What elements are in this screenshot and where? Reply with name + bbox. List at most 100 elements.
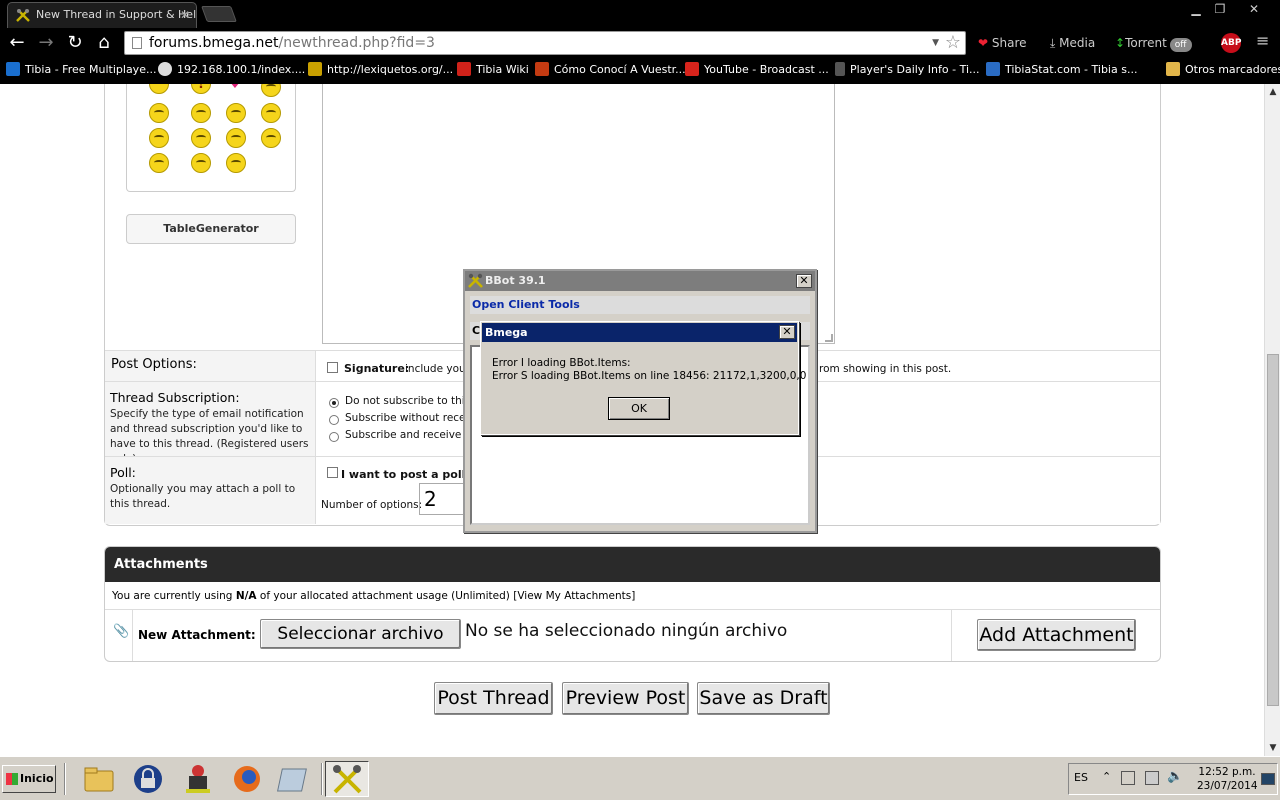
bookmark-himym[interactable]: Cómo Conocí A Vuestr... (535, 58, 686, 84)
idea-smilie-icon[interactable] (149, 103, 169, 123)
bbot-tools-icon (333, 765, 362, 794)
volume-icon[interactable]: 🔈 (1167, 769, 1183, 784)
paperclip-icon: 📎 (113, 624, 130, 639)
add-attachment-button[interactable]: Add Attachment (977, 619, 1136, 651)
open-client-tools-link[interactable]: Open Client Tools (470, 296, 810, 314)
notepad-icon (277, 768, 307, 792)
subscribe-noemail-radio[interactable] (329, 415, 339, 425)
cool-smilie-icon[interactable] (191, 128, 211, 148)
vpn-taskbar-button[interactable] (127, 761, 171, 797)
dialog-title: Bmega (485, 326, 528, 339)
torrent-toggle[interactable]: off (1169, 38, 1192, 52)
exclamation-smilie-icon[interactable]: ! (191, 84, 211, 94)
address-bar[interactable]: forums.bmega.net/newthread.php?fid=3 ▼ ☆ (124, 31, 966, 55)
bookmark-youtube[interactable]: YouTube - Broadcast ... (685, 58, 829, 84)
tray-expand-icon[interactable]: ⌃ (1102, 770, 1111, 783)
firefox-taskbar-button[interactable] (225, 761, 269, 797)
scroll-down-icon[interactable]: ▼ (1265, 740, 1280, 756)
back-icon[interactable]: ← (5, 32, 29, 54)
smilie-icon[interactable] (261, 84, 281, 97)
subscription-label: Thread Subscription: (110, 390, 240, 405)
smilie-icon[interactable] (149, 153, 169, 173)
subscribe-email-radio[interactable] (329, 432, 339, 442)
new-tab-button[interactable] (201, 6, 237, 22)
tibia-character-icon (186, 765, 210, 793)
explorer-taskbar-button[interactable] (77, 761, 121, 797)
show-desktop-icon[interactable] (1261, 773, 1275, 785)
folder-icon (84, 767, 114, 792)
smilie-icon[interactable] (261, 103, 281, 123)
subscribe-none-radio[interactable] (329, 398, 339, 408)
history-dropdown-icon[interactable]: ▼ (932, 32, 939, 54)
page-scrollbar[interactable]: ▲ ▼ (1264, 84, 1280, 756)
smilie-icon[interactable] (226, 153, 246, 173)
post-thread-button[interactable]: Post Thread (434, 682, 553, 715)
window-close-icon[interactable]: ✕ (1242, 0, 1266, 18)
bbot-taskbar-button[interactable] (325, 761, 369, 797)
share-extension[interactable]: ❤ Share (978, 34, 1027, 52)
smilie-icon[interactable] (191, 103, 211, 123)
dialog-close-icon[interactable]: ✕ (779, 325, 795, 339)
usb-icon[interactable] (1121, 771, 1135, 785)
forward-icon[interactable]: → (34, 32, 58, 54)
bookmark-tibia[interactable]: Tibia - Free Multiplaye... (6, 58, 156, 84)
bbot-title: BBot 39.1 (485, 274, 546, 287)
heart-smilie-icon[interactable]: ♥ (225, 84, 245, 93)
download-icon: ⤓ (1050, 36, 1056, 50)
bookmark-tibiastat[interactable]: TibiaStat.com - Tibia s... (986, 58, 1137, 84)
adblock-icon[interactable]: ABP (1221, 33, 1241, 53)
reload-icon[interactable]: ↻ (63, 32, 87, 54)
post-options-label: Post Options: (111, 357, 197, 372)
signature-checkbox[interactable] (327, 362, 338, 373)
network-icon[interactable] (1145, 771, 1159, 785)
dialog-titlebar[interactable]: Bmega (482, 323, 797, 342)
post-poll-checkbox[interactable] (327, 467, 338, 478)
save-draft-button[interactable]: Save as Draft (697, 682, 830, 715)
bbot-close-icon[interactable]: ✕ (796, 274, 812, 288)
folder-icon (1166, 62, 1180, 76)
smilie-icon[interactable] (149, 128, 169, 148)
bookmark-player-info[interactable]: Player's Daily Info - Ti... (835, 58, 980, 84)
notepad-taskbar-button[interactable] (274, 761, 318, 797)
subscribe-none-label: Do not subscribe to this (345, 395, 471, 407)
bookmark-tibia-wiki[interactable]: Tibia Wiki (457, 58, 529, 84)
poll-options-input[interactable]: 2 (419, 483, 465, 515)
choose-file-button[interactable]: Seleccionar archivo (260, 619, 461, 649)
scroll-thumb[interactable] (1267, 354, 1279, 706)
bookmark-icon (835, 62, 845, 76)
tongue-smilie-icon[interactable] (261, 128, 281, 148)
smilie-icon[interactable] (191, 153, 211, 173)
system-tray: ES ⌃ 🔈 12:52 p.m. 23/07/2014 (1068, 763, 1278, 795)
start-button[interactable]: Inicio (2, 765, 56, 793)
browser-tab[interactable]: New Thread in Support & Hel ✕ (7, 2, 197, 28)
post-options-label-cell: Post Options: (105, 351, 316, 381)
bookmark-folder-others[interactable]: Otros marcadores (1166, 58, 1280, 84)
attachments-header: Attachments (105, 547, 1160, 582)
tablegenerator-button[interactable]: TableGenerator (126, 214, 296, 244)
smilie-icon[interactable] (226, 103, 246, 123)
media-extension[interactable]: ⤓ Media (1050, 34, 1095, 52)
bookmark-router[interactable]: 192.168.100.1/index.... (158, 58, 305, 84)
grin-smilie-icon[interactable] (226, 128, 246, 148)
preview-post-button[interactable]: Preview Post (562, 682, 689, 715)
menu-icon[interactable]: ≡ (1256, 32, 1269, 50)
scroll-up-icon[interactable]: ▲ (1265, 84, 1280, 100)
subscribe-noemail-label: Subscribe without receiv (345, 412, 475, 424)
bbot-titlebar[interactable]: BBot 39.1 (465, 271, 815, 291)
home-icon[interactable]: ⌂ (92, 32, 116, 54)
ok-button[interactable]: OK (608, 397, 670, 420)
bookmark-star-icon[interactable]: ☆ (945, 32, 961, 54)
restore-icon[interactable]: ❐ (1208, 0, 1232, 18)
smilie-box: ! ♥ (126, 84, 296, 192)
smilie-icon[interactable] (149, 84, 169, 94)
language-indicator[interactable]: ES (1074, 771, 1088, 784)
divider (951, 610, 952, 661)
tray-clock[interactable]: 12:52 p.m. 23/07/2014 (1197, 765, 1258, 793)
torrent-extension[interactable]: ↕Torrent off (1115, 34, 1192, 52)
tibia-taskbar-button[interactable] (176, 761, 220, 797)
minimize-icon[interactable]: ▁ (1184, 0, 1208, 18)
bookmark-lexiquetos[interactable]: http://lexiquetos.org/... (308, 58, 453, 84)
tab-close-icon[interactable]: ✕ (180, 3, 190, 27)
signature-label: Signature: (344, 362, 410, 375)
resize-grip-icon[interactable] (825, 334, 833, 342)
